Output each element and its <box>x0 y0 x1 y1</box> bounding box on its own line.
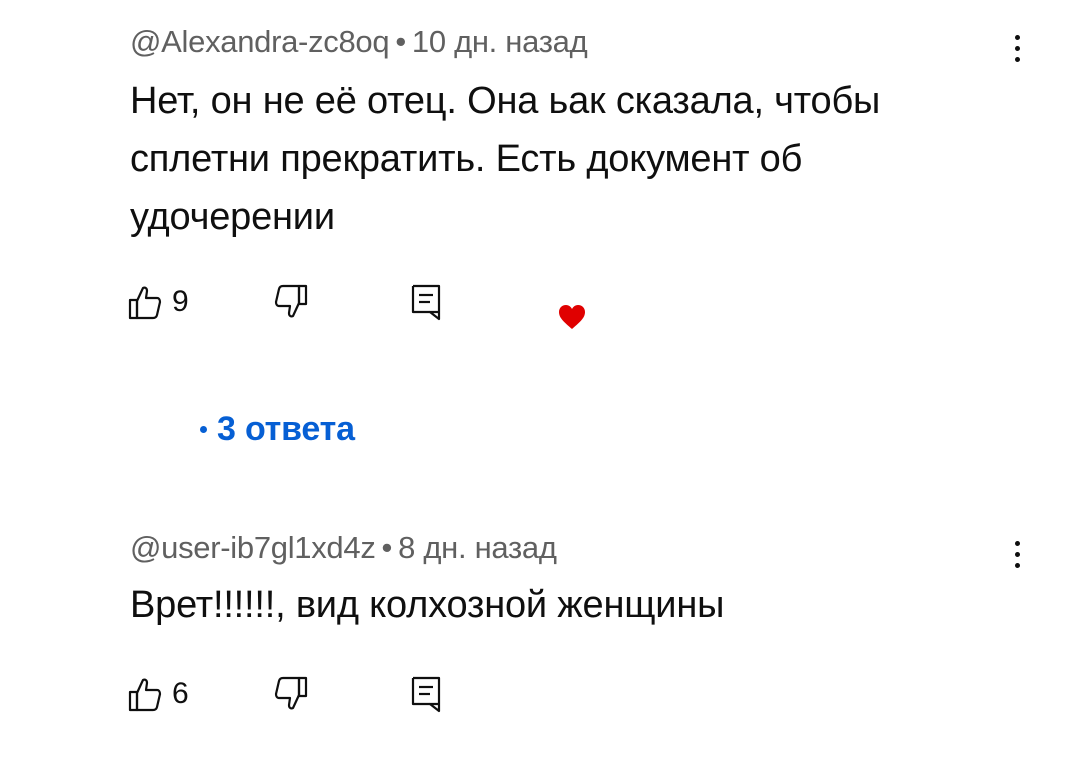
more-vertical-icon <box>1014 34 1020 62</box>
like-count: 6 <box>172 677 189 710</box>
dislike-button[interactable] <box>274 672 308 716</box>
reply-button[interactable] <box>410 672 442 716</box>
replies-label: 3 ответа <box>217 410 355 448</box>
comment-text: Нет, он не её отец. Она ьак сказала, что… <box>130 80 881 238</box>
meta-separator: • <box>381 530 393 565</box>
comment-meta: @Alexandra-zc8oq • 10 дн. назад <box>130 24 588 60</box>
reply-button[interactable] <box>410 280 442 324</box>
reply-comment-icon <box>410 283 442 321</box>
comment-time: 8 дн. назад <box>398 530 557 565</box>
thumbs-down-icon <box>274 676 308 712</box>
comment-time: 10 дн. назад <box>411 24 588 59</box>
dislike-button[interactable] <box>274 280 308 324</box>
more-vertical-icon <box>1014 540 1020 568</box>
comment-author[interactable]: @Alexandra-zc8oq <box>130 24 390 59</box>
like-button[interactable]: 9 <box>128 280 189 324</box>
comment-actions: 6 <box>128 672 648 716</box>
comment-meta: @user-ib7gl1xd4z • 8 дн. назад <box>130 530 557 566</box>
thumbs-up-icon <box>128 284 162 320</box>
more-options-button[interactable] <box>1000 26 1034 70</box>
creator-heart-icon <box>558 304 586 330</box>
comment-item: @Alexandra-zc8oq • 10 дн. назад Нет, он не… <box>0 0 1080 480</box>
view-replies-button[interactable]: 3 ответа <box>200 410 355 449</box>
comment-item: @user-ib7gl1xd4z • 8 дн. назад Врет!!!!!!,… <box>0 520 1080 761</box>
meta-separator: • <box>395 24 406 59</box>
comment-text: Врет!!!!!!, вид колхозной женщины <box>130 584 725 626</box>
like-button[interactable]: 6 <box>128 672 189 716</box>
replies-bullet <box>200 426 207 433</box>
reply-comment-icon <box>410 675 442 713</box>
thumbs-up-icon <box>128 676 162 712</box>
thumbs-down-icon <box>274 284 308 320</box>
like-count: 9 <box>172 285 189 318</box>
comment-author[interactable]: @user-ib7gl1xd4z <box>130 530 376 565</box>
more-options-button[interactable] <box>1000 532 1034 576</box>
